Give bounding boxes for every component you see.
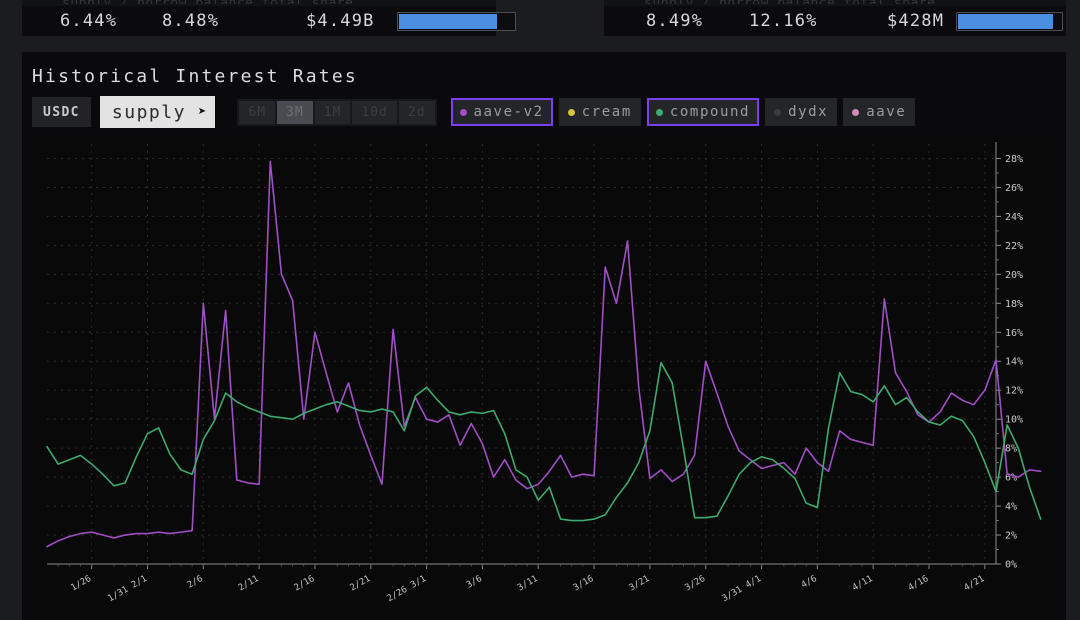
legend-dot-icon [568, 109, 575, 116]
chevron-down-icon: ➤ [198, 105, 206, 119]
range-button-2d[interactable]: 2d [399, 101, 435, 124]
legend-label: dydx [788, 104, 828, 120]
stat-left-share-bar-fill [399, 14, 497, 29]
chart-svg: 0%2%4%6%8%10%12%14%16%18%20%22%24%26%28%… [32, 136, 1056, 620]
rate-type-select-value: supply [112, 102, 186, 123]
legend-label: compound [670, 104, 750, 120]
legend-dot-icon [774, 109, 781, 116]
y-tick-label: 8% [1005, 444, 1017, 455]
y-tick-label: 20% [1005, 270, 1023, 281]
asset-badge-usdc[interactable]: USDC [32, 97, 91, 127]
y-tick-label: 10% [1005, 415, 1023, 426]
y-tick-label: 4% [1005, 502, 1017, 513]
stat-left-total: $4.49B [306, 11, 375, 31]
time-range-group: 6M3M1M10d2d [237, 99, 436, 126]
y-tick-label: 28% [1005, 154, 1023, 165]
plot-background [32, 136, 1056, 620]
y-tick-label: 16% [1005, 328, 1023, 339]
stat-left-share-bar [397, 12, 516, 31]
screen-root: supply / borrow balance total share supp… [0, 0, 1080, 620]
protocol-legend: aave-v2 cream compound dydx aave [451, 98, 916, 126]
page-title: Historical Interest Rates [32, 66, 358, 87]
historical-interest-rates-panel: Historical Interest Rates USDC supply ➤ … [22, 52, 1066, 620]
interest-rate-line-chart[interactable]: 0%2%4%6%8%10%12%14%16%18%20%22%24%26%28%… [32, 136, 1056, 620]
stat-card-right[interactable]: 8.49% 12.16% $428M [604, 6, 1066, 36]
ghost-header-right-text: supply / borrow balance total share [644, 0, 935, 4]
stat-right-share-bar [956, 12, 1063, 31]
range-button-1m[interactable]: 1M [315, 101, 351, 124]
y-tick-label: 12% [1005, 386, 1023, 397]
legend-dot-icon [852, 109, 859, 116]
legend-label: cream [582, 104, 632, 120]
stat-right-supply-rate: 8.49% [646, 11, 703, 31]
legend-item-aave[interactable]: aave [843, 98, 915, 126]
legend-dot-icon [656, 109, 663, 116]
y-tick-label: 18% [1005, 299, 1023, 310]
legend-dot-icon [460, 109, 467, 116]
range-button-6m[interactable]: 6M [239, 101, 275, 124]
legend-item-compound[interactable]: compound [647, 98, 759, 126]
y-tick-label: 22% [1005, 241, 1023, 252]
legend-item-aave-v2[interactable]: aave-v2 [451, 98, 553, 126]
stat-card-left[interactable]: 6.44% 8.48% $4.49B [22, 6, 496, 36]
y-tick-label: 24% [1005, 212, 1023, 223]
legend-label: aave [866, 104, 906, 120]
stat-right-total: $428M [887, 11, 944, 31]
legend-label: aave-v2 [474, 104, 544, 120]
y-tick-label: 0% [1005, 560, 1017, 571]
rate-type-select[interactable]: supply ➤ [100, 96, 215, 128]
range-button-3m[interactable]: 3M [277, 101, 313, 124]
stat-right-share-bar-fill [958, 14, 1053, 29]
y-tick-label: 2% [1005, 531, 1017, 542]
stat-left-supply-rate: 6.44% [60, 11, 117, 31]
range-button-10d[interactable]: 10d [352, 101, 396, 124]
stat-left-borrow-rate: 8.48% [162, 11, 219, 31]
legend-item-cream[interactable]: cream [559, 98, 641, 126]
chart-controls: USDC supply ➤ 6M3M1M10d2d aave-v2 cream co… [32, 97, 915, 127]
stat-right-borrow-rate: 12.16% [749, 11, 818, 31]
y-tick-label: 14% [1005, 357, 1023, 368]
legend-item-dydx[interactable]: dydx [765, 98, 837, 126]
ghost-header-left-text: supply / borrow balance total share [62, 0, 353, 4]
y-tick-label: 26% [1005, 183, 1023, 194]
